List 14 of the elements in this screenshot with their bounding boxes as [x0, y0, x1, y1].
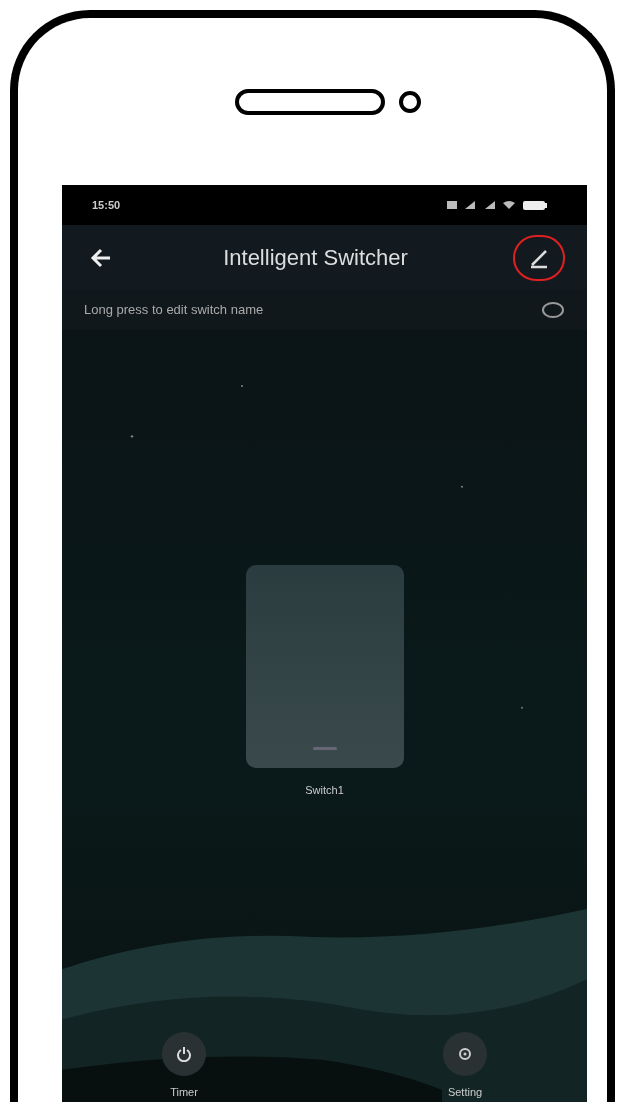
switch-label: Switch1	[305, 783, 344, 798]
power-icon	[176, 1045, 192, 1062]
back-icon[interactable]	[90, 247, 112, 268]
hint-text: Long press to edit switch name	[84, 301, 265, 320]
chat-icon[interactable]	[541, 301, 565, 319]
switch-button[interactable]	[245, 565, 404, 768]
battery-icon	[523, 201, 547, 210]
page-title: Intelligent Switcher	[222, 244, 409, 272]
settings-icon	[457, 1045, 473, 1062]
button-label: Timer	[170, 1084, 198, 1100]
status-time: 15:50	[92, 197, 121, 213]
wifi-icon	[503, 201, 515, 209]
sim-icon	[447, 201, 457, 209]
button-label: Setting	[447, 1084, 483, 1100]
